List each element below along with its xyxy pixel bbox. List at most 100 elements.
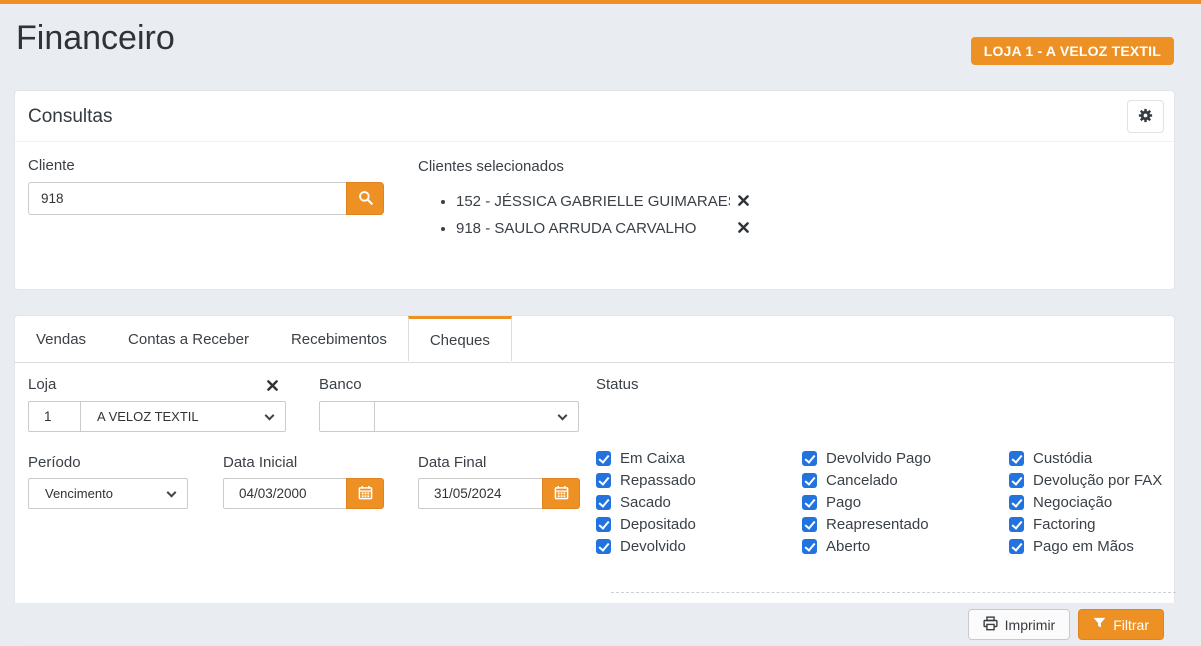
- status-option[interactable]: Depositado: [596, 517, 696, 532]
- status-column-2: Devolvido Pago Cancelado Pago Reapresent…: [802, 451, 931, 561]
- gear-icon: [1137, 107, 1154, 127]
- loja-select[interactable]: A VELOZ TEXTIL: [81, 401, 286, 432]
- chevron-down-icon: [167, 487, 177, 497]
- checkbox-checked-icon[interactable]: [802, 517, 817, 532]
- checkbox-checked-icon[interactable]: [1009, 451, 1024, 466]
- periodo-label: Período: [28, 454, 81, 471]
- data-final-label: Data Final: [418, 454, 486, 471]
- consultas-title: Consultas: [28, 91, 113, 142]
- clientes-selecionados-label: Clientes selecionados: [418, 158, 564, 175]
- data-inicial-label: Data Inicial: [223, 454, 297, 471]
- selected-client-label: 918 - SAULO ARRUDA CARVALHO: [456, 220, 730, 237]
- chevron-down-icon: [558, 410, 568, 420]
- checkbox-checked-icon[interactable]: [596, 473, 611, 488]
- tab-contas-a-receber[interactable]: Contas a Receber: [107, 316, 270, 362]
- loja-code-input[interactable]: [28, 401, 81, 432]
- banco-field-group: [319, 401, 579, 432]
- status-option[interactable]: Custódia: [1009, 451, 1162, 466]
- status-option[interactable]: Devolvido: [596, 539, 696, 554]
- checkbox-checked-icon[interactable]: [596, 451, 611, 466]
- checkbox-checked-icon[interactable]: [1009, 495, 1024, 510]
- loja-field-group: A VELOZ TEXTIL: [28, 401, 286, 432]
- periodo-select[interactable]: Vencimento: [28, 478, 188, 509]
- filtrar-button[interactable]: Filtrar: [1078, 609, 1164, 640]
- page-title: Financeiro: [16, 16, 175, 60]
- status-option[interactable]: Devolução por FAX: [1009, 473, 1162, 488]
- close-icon: [738, 194, 749, 209]
- loja-clear-button[interactable]: [267, 379, 278, 394]
- loja-select-value: A VELOZ TEXTIL: [97, 409, 199, 424]
- status-option[interactable]: Em Caixa: [596, 451, 696, 466]
- calendar-icon: [554, 485, 569, 503]
- selected-clients-list: 152 - JÉSSICA GABRIELLE GUIMARAES ... 91…: [441, 188, 749, 242]
- status-option[interactable]: Pago em Mãos: [1009, 539, 1162, 554]
- status-option[interactable]: Repassado: [596, 473, 696, 488]
- status-option[interactable]: Pago: [802, 495, 931, 510]
- status-option[interactable]: Reapresentado: [802, 517, 931, 532]
- filtrar-button-label: Filtrar: [1113, 617, 1149, 633]
- selected-client-item: 918 - SAULO ARRUDA CARVALHO: [441, 215, 749, 242]
- tab-vendas[interactable]: Vendas: [15, 316, 107, 362]
- status-column-3: Custódia Devolução por FAX Negociação Fa…: [1009, 451, 1162, 561]
- selected-client-item: 152 - JÉSSICA GABRIELLE GUIMARAES ...: [441, 188, 749, 215]
- data-inicial-input[interactable]: [223, 478, 346, 509]
- loja-label: Loja: [28, 376, 56, 393]
- data-final-input[interactable]: [418, 478, 542, 509]
- filters-panel: Vendas Contas a Receber Recebimentos Che…: [14, 315, 1175, 603]
- status-label: Status: [596, 376, 639, 393]
- periodo-select-value: Vencimento: [45, 486, 113, 501]
- consultas-panel: Consultas Cliente: [14, 90, 1175, 290]
- data-final-group: [418, 478, 580, 509]
- status-option[interactable]: Sacado: [596, 495, 696, 510]
- checkbox-checked-icon[interactable]: [1009, 539, 1024, 554]
- checkbox-checked-icon[interactable]: [596, 517, 611, 532]
- action-buttons: Imprimir Filtrar: [968, 609, 1164, 640]
- data-inicial-calendar-button[interactable]: [346, 478, 384, 509]
- status-option[interactable]: Factoring: [1009, 517, 1162, 532]
- checkbox-checked-icon[interactable]: [802, 451, 817, 466]
- search-icon: [358, 190, 373, 208]
- cliente-input[interactable]: [28, 182, 346, 215]
- imprimir-button[interactable]: Imprimir: [968, 609, 1071, 640]
- data-final-calendar-button[interactable]: [542, 478, 580, 509]
- calendar-icon: [358, 485, 373, 503]
- status-option[interactable]: Aberto: [802, 539, 931, 554]
- close-icon: [738, 221, 749, 236]
- close-icon: [267, 379, 278, 394]
- remove-client-button[interactable]: [738, 221, 749, 236]
- checkbox-checked-icon[interactable]: [596, 495, 611, 510]
- bullet-icon: [441, 227, 445, 231]
- banco-label: Banco: [319, 376, 362, 393]
- tab-cheques[interactable]: Cheques: [408, 316, 512, 361]
- checkbox-checked-icon[interactable]: [802, 473, 817, 488]
- filter-icon: [1093, 617, 1106, 633]
- banco-select[interactable]: [375, 401, 579, 432]
- chevron-down-icon: [265, 410, 275, 420]
- status-column-1: Em Caixa Repassado Sacado Depositado Dev…: [596, 451, 696, 561]
- cliente-search-group: [28, 182, 384, 215]
- checkbox-checked-icon[interactable]: [1009, 517, 1024, 532]
- checkbox-checked-icon[interactable]: [1009, 473, 1024, 488]
- settings-button[interactable]: [1127, 100, 1164, 133]
- store-badge[interactable]: LOJA 1 - A VELOZ TEXTIL: [971, 37, 1174, 65]
- cliente-label: Cliente: [28, 157, 75, 174]
- banco-code-input[interactable]: [319, 401, 375, 432]
- checkbox-checked-icon[interactable]: [596, 539, 611, 554]
- cheques-tab-content: Loja A VELOZ TEXTIL Banco Status Em Caix…: [15, 363, 1174, 603]
- imprimir-button-label: Imprimir: [1005, 617, 1056, 633]
- status-option[interactable]: Devolvido Pago: [802, 451, 931, 466]
- printer-icon: [983, 616, 998, 634]
- selected-client-label: 152 - JÉSSICA GABRIELLE GUIMARAES ...: [456, 193, 730, 210]
- status-option[interactable]: Cancelado: [802, 473, 931, 488]
- consultas-panel-header: Consultas: [15, 91, 1174, 142]
- status-option[interactable]: Negociação: [1009, 495, 1162, 510]
- cliente-search-button[interactable]: [346, 182, 384, 215]
- tab-bar: Vendas Contas a Receber Recebimentos Che…: [15, 316, 1174, 363]
- dashed-separator: [611, 592, 1176, 593]
- tab-recebimentos[interactable]: Recebimentos: [270, 316, 408, 362]
- remove-client-button[interactable]: [738, 194, 749, 209]
- data-inicial-group: [223, 478, 384, 509]
- checkbox-checked-icon[interactable]: [802, 539, 817, 554]
- bullet-icon: [441, 200, 445, 204]
- checkbox-checked-icon[interactable]: [802, 495, 817, 510]
